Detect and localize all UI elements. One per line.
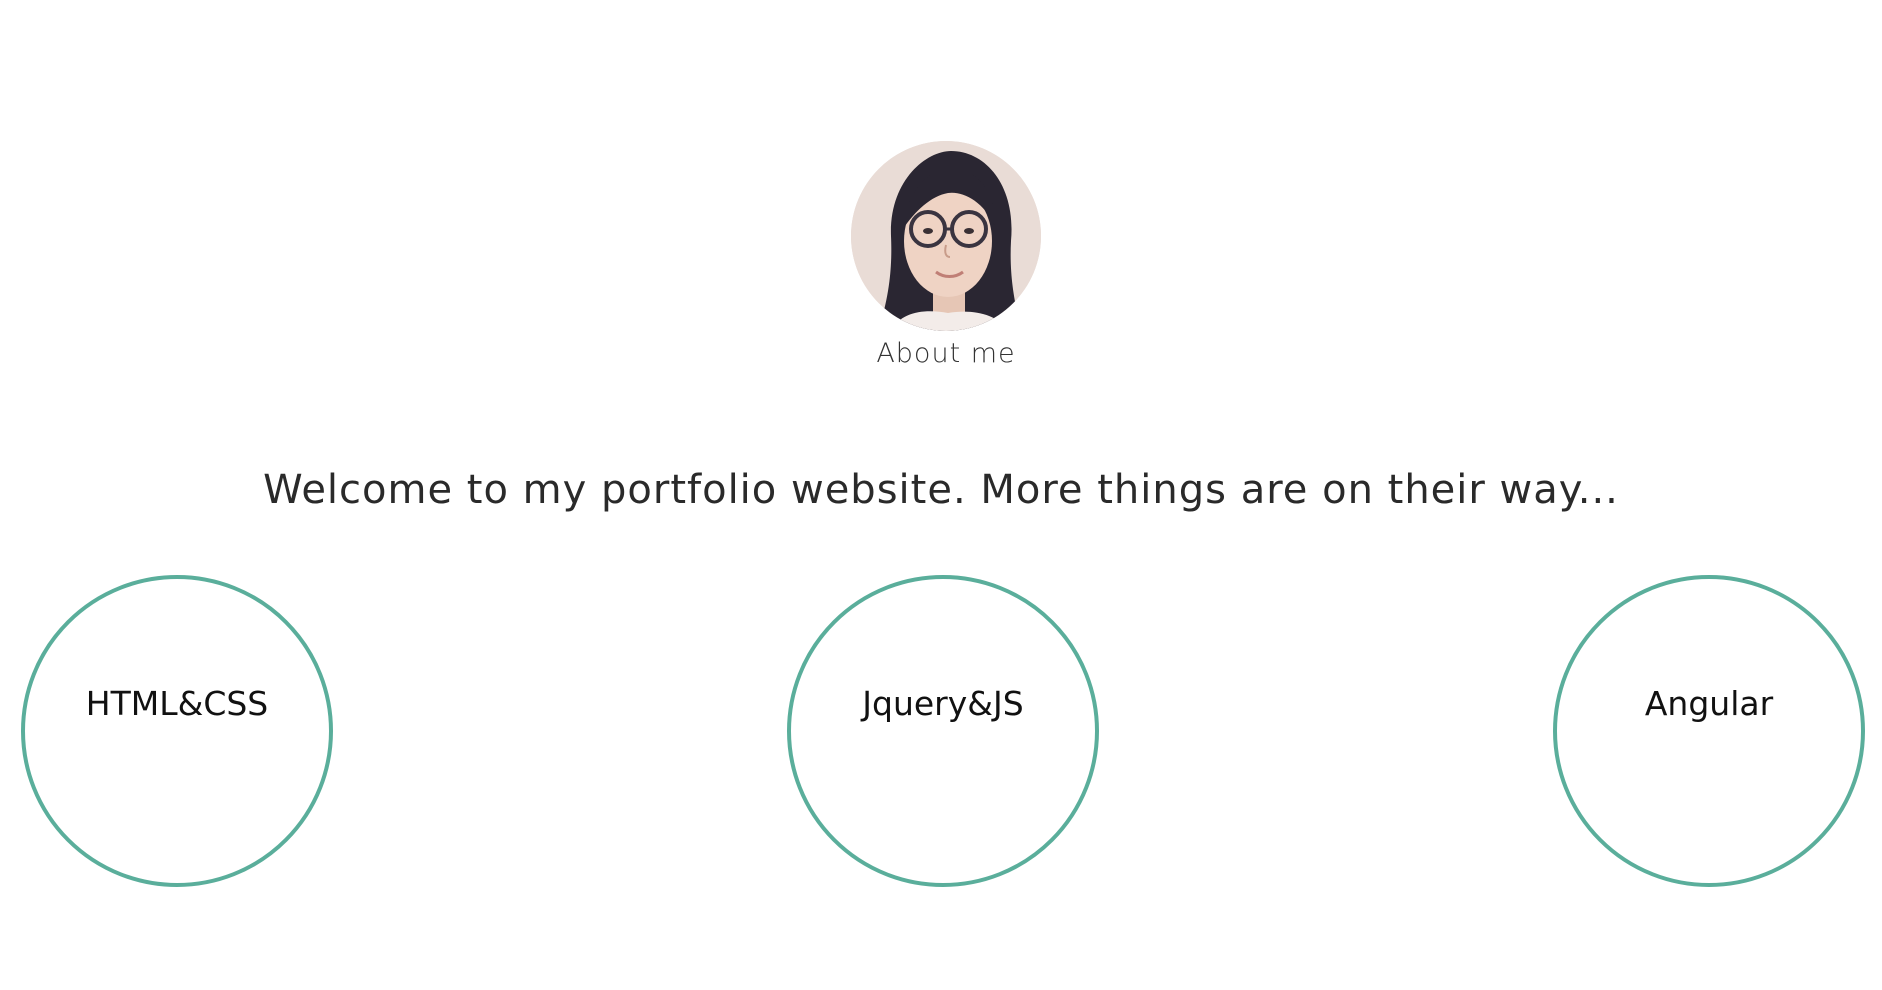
skill-circle-jquery-js[interactable]: Jquery&JS — [787, 575, 1099, 887]
portfolio-page: About me Welcome to my portfolio website… — [0, 0, 1882, 990]
skill-label: Jquery&JS — [862, 684, 1024, 723]
skill-circle-html-css[interactable]: HTML&CSS — [21, 575, 333, 887]
skill-label: Angular — [1644, 684, 1774, 723]
skill-label: HTML&CSS — [85, 684, 269, 723]
welcome-heading: Welcome to my portfolio website. More th… — [263, 467, 1619, 513]
profile-avatar[interactable] — [851, 141, 1041, 331]
profile-photo — [851, 141, 1041, 331]
about-me-link[interactable]: About me — [846, 338, 1046, 369]
skill-circle-angular[interactable]: Angular — [1553, 575, 1865, 887]
